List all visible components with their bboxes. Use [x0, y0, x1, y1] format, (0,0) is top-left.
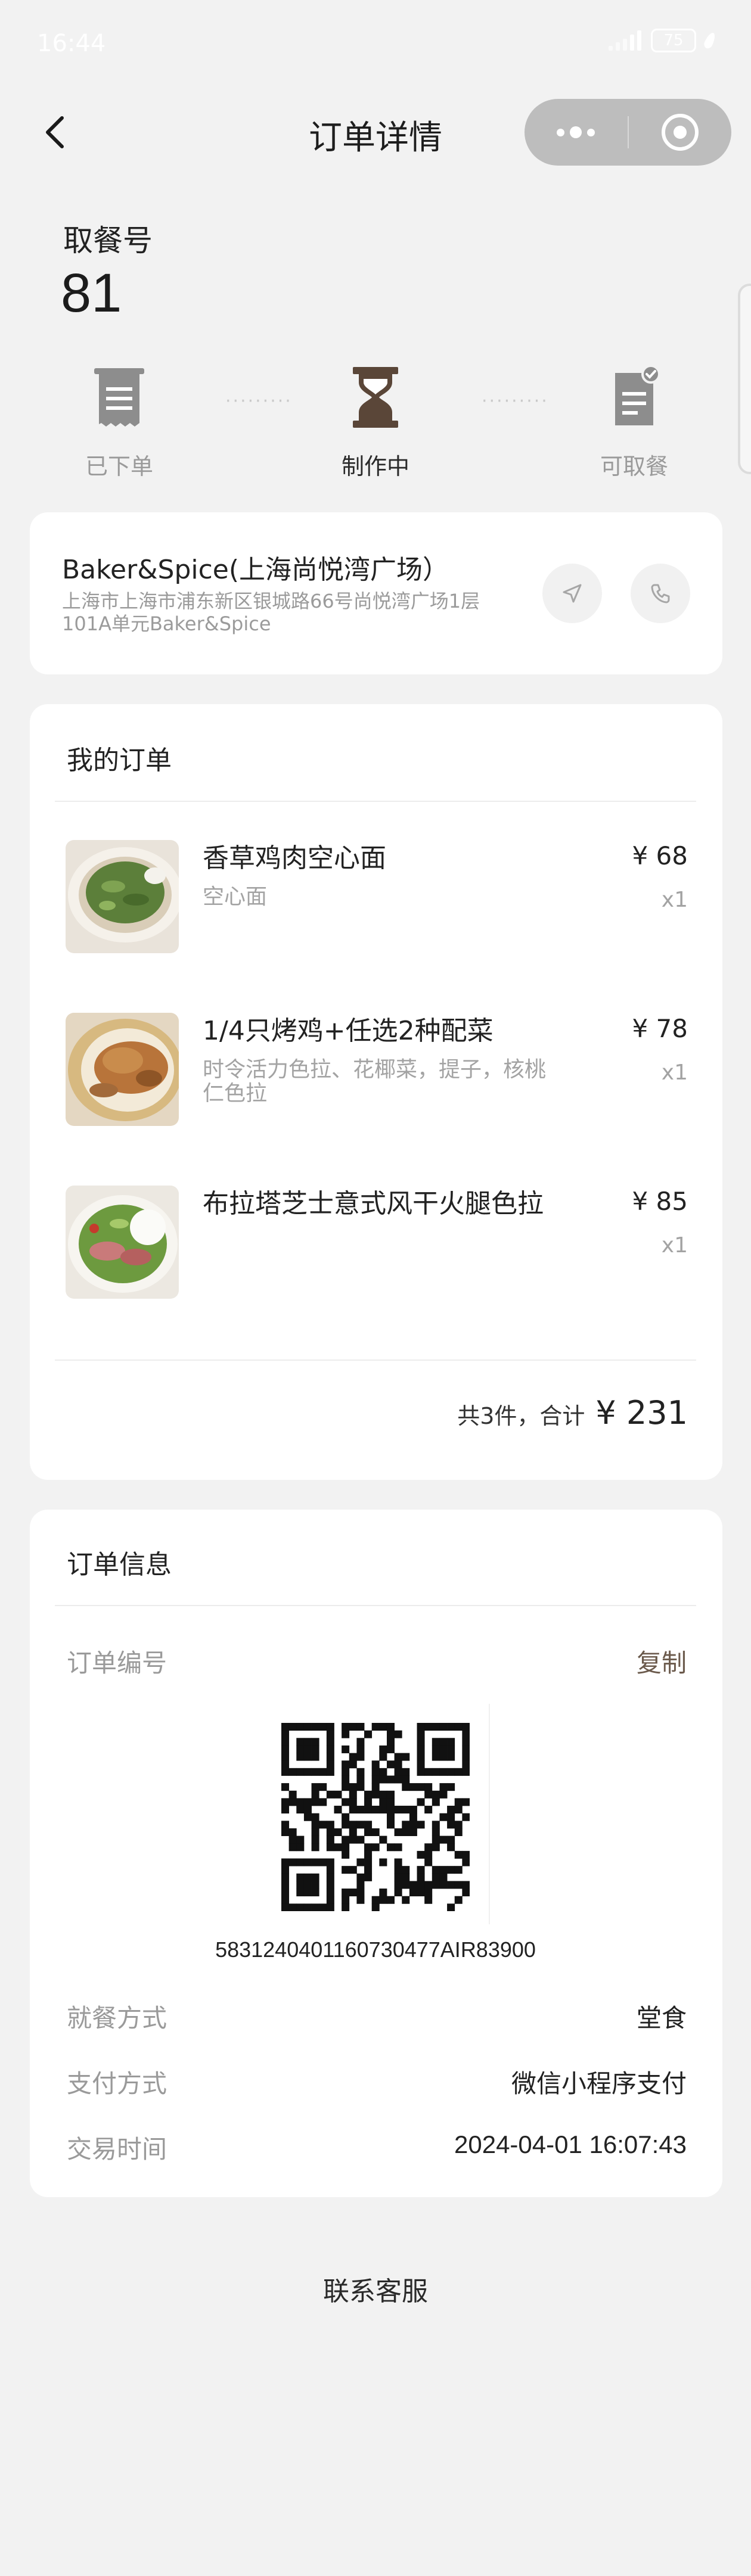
divider — [55, 801, 696, 802]
side-drawer-handle[interactable] — [738, 284, 751, 474]
step-connector: ········· — [482, 391, 549, 412]
ready-document-icon — [604, 365, 664, 430]
receipt-icon — [89, 365, 149, 430]
burrata-salad-image — [66, 1186, 179, 1299]
item-name: 1/4只烤鸡+任选2种配菜 — [203, 1016, 494, 1046]
order-number-label: 订单编号 — [67, 1648, 167, 1678]
order-total-amount: ¥ 231 — [595, 1394, 688, 1432]
dining-method-label: 就餐方式 — [67, 2003, 167, 2033]
order-total-row: 共3件，合计 ¥ 231 — [457, 1394, 688, 1432]
order-summary-text: 共3件，合计 — [457, 1403, 585, 1429]
dining-method-value: 堂食 — [636, 2003, 687, 2033]
step-label-ready: 可取餐 — [600, 453, 668, 480]
divider — [55, 1605, 696, 1606]
contact-customer-service-link[interactable]: 联系客服 — [0, 2270, 751, 2308]
order-number: 5831240401160730477AIR83900 — [215, 1937, 536, 1962]
mini-program-capsule — [525, 99, 731, 166]
divider — [489, 1704, 490, 1924]
copy-button[interactable]: 复制 — [637, 1643, 687, 1679]
order-info-title: 订单信息 — [67, 1550, 172, 1580]
transaction-time-value: 2024-04-01 16:07:43 — [454, 2130, 687, 2158]
store-address: 上海市上海市浦东新区银城路66号尚悦湾广场1层101A单元Baker&Spice — [62, 590, 480, 635]
navigation-arrow-icon[interactable] — [542, 564, 602, 623]
order-qr-code — [281, 1723, 470, 1912]
step-connector: ········· — [225, 391, 293, 412]
item-description: 空心面 — [203, 885, 268, 909]
item-price: ¥ 78 — [632, 1014, 688, 1043]
item-description: 时令活力色拉、花椰菜，提子，核桃仁色拉 — [203, 1057, 547, 1106]
step-preparing: 制作中 — [310, 365, 441, 481]
item-name: 布拉塔芝士意式风干火腿色拉 — [203, 1189, 544, 1219]
more-dots-icon[interactable] — [525, 99, 628, 166]
step-label-preparing: 制作中 — [341, 453, 409, 480]
status-time: 16:44 — [37, 30, 106, 57]
item-quantity: x1 — [661, 1060, 688, 1085]
payment-method-value: 微信小程序支付 — [511, 2069, 687, 2098]
step-label-ordered: 已下单 — [85, 453, 153, 480]
pickup-number-label: 取餐号 — [63, 223, 153, 258]
roast-chicken-image — [66, 1013, 179, 1126]
phone-icon[interactable] — [631, 564, 690, 623]
item-quantity: x1 — [661, 888, 688, 912]
payment-method-label: 支付方式 — [67, 2069, 167, 2098]
step-ordered: 已下单 — [54, 365, 185, 481]
charging-icon — [702, 31, 718, 50]
divider — [55, 1359, 696, 1361]
item-quantity: x1 — [661, 1233, 688, 1258]
item-price: ¥ 85 — [632, 1187, 688, 1216]
signal-icon — [609, 30, 641, 51]
item-price: ¥ 68 — [632, 841, 688, 870]
my-order-title: 我的订单 — [67, 745, 172, 776]
status-icons: 75 — [609, 29, 718, 52]
battery-icon: 75 — [651, 29, 696, 52]
step-ready: 可取餐 — [569, 365, 700, 481]
pasta-dish-image — [66, 840, 179, 953]
hourglass-icon — [346, 365, 405, 430]
mini-program-close-icon[interactable] — [629, 99, 732, 166]
store-name: Baker&Spice(上海尚悦湾广场） — [62, 555, 449, 585]
item-name: 香草鸡肉空心面 — [203, 843, 386, 873]
transaction-time-label: 交易时间 — [67, 2135, 167, 2164]
pickup-number: 81 — [61, 263, 122, 323]
